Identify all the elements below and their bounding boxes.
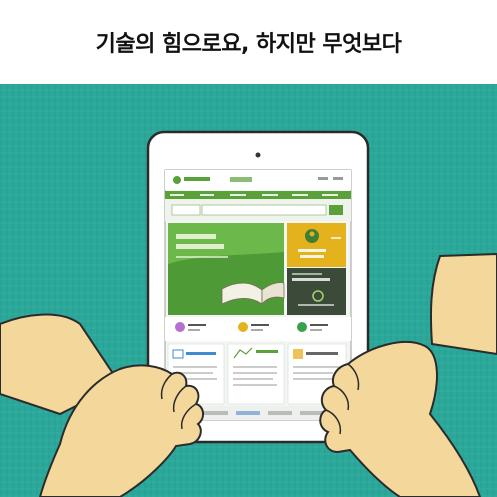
- right-hand: [319, 341, 482, 497]
- search-scope-select: [171, 204, 201, 216]
- tablet-camera: [255, 152, 261, 158]
- search-input: [201, 204, 327, 216]
- right-arm: [429, 252, 497, 356]
- site-logo-icon: [173, 176, 181, 184]
- quick-link-1-icon: [175, 322, 185, 332]
- illustration: [0, 84, 497, 497]
- illustration-svg: [0, 130, 497, 497]
- search-button: [329, 205, 343, 215]
- login-panel: [287, 223, 346, 267]
- quick-link-2-icon: [238, 322, 248, 332]
- quick-link-3-icon: [297, 322, 307, 332]
- headline: 기술의 힘으로요, 하지만 무엇보다: [95, 32, 402, 57]
